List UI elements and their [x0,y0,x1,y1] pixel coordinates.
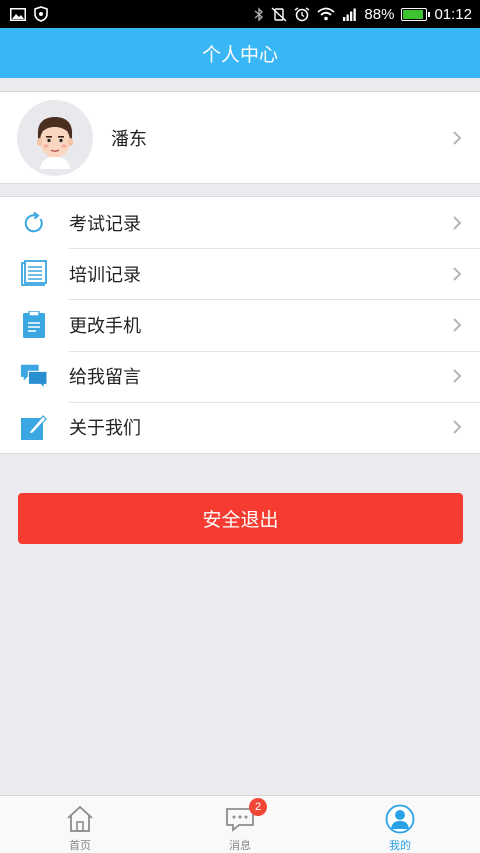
battery-percent: 88% [364,5,395,23]
profile-row[interactable]: 潘东 [0,91,480,184]
battery-level-fill [403,9,423,19]
vibrate-off-icon [271,6,287,22]
alarm-icon [294,6,310,22]
shield-icon [34,6,48,22]
chevron-right-icon [452,419,464,435]
clipboard-icon [20,310,48,339]
tab-home[interactable]: 首页 [0,796,160,853]
chat-bubbles-icon [20,362,48,390]
clock: 01:12 [434,5,472,23]
image-icon [10,7,26,21]
menu-item-exam-records[interactable]: 考试记录 [0,197,480,248]
logout-button[interactable]: 安全退出 [18,493,463,544]
home-icon [65,804,95,834]
tab-mine[interactable]: 我的 [320,796,480,853]
tab-label: 我的 [389,839,411,852]
chevron-right-icon [452,215,464,231]
avatar-icon [17,99,93,176]
status-bar: 88% 01:12 [0,0,480,28]
menu-item-leave-message[interactable]: 给我留言 [0,350,480,402]
unread-badge: 2 [249,798,267,816]
edit-icon [20,413,48,441]
chevron-right-icon [452,368,464,384]
wifi-icon [317,7,336,21]
menu-item-label: 更改手机 [69,315,141,337]
signal-icon [342,8,357,21]
menu-item-label: 培训记录 [69,264,141,286]
page-title: 个人中心 [201,43,278,66]
message-icon: 2 [225,798,267,834]
user-icon [385,804,415,834]
tab-messages[interactable]: 2 消息 [160,796,320,853]
logout-button-label: 安全退出 [202,509,279,531]
tab-label: 消息 [229,839,251,852]
document-list-icon [20,259,48,288]
chevron-right-icon [452,266,464,282]
chevron-right-icon [452,317,464,333]
title-bar: 个人中心 [0,28,480,78]
menu-item-change-phone[interactable]: 更改手机 [0,299,480,350]
chevron-right-icon [452,130,464,146]
menu-item-training-records[interactable]: 培训记录 [0,248,480,299]
profile-name: 潘东 [111,128,147,150]
tab-label: 首页 [69,839,91,852]
bluetooth-icon [254,6,264,22]
menu-item-label: 给我留言 [69,367,141,389]
bottom-tab-bar: 首页 2 消息 我的 [0,795,480,853]
menu-item-about-us[interactable]: 关于我们 [0,401,480,453]
menu-item-label: 考试记录 [69,213,141,235]
menu-list: 考试记录 培训记录 更改手机 给我留言 关于我们 [0,196,480,454]
refresh-icon [20,209,48,237]
battery-icon [401,7,431,21]
menu-item-label: 关于我们 [69,418,141,440]
